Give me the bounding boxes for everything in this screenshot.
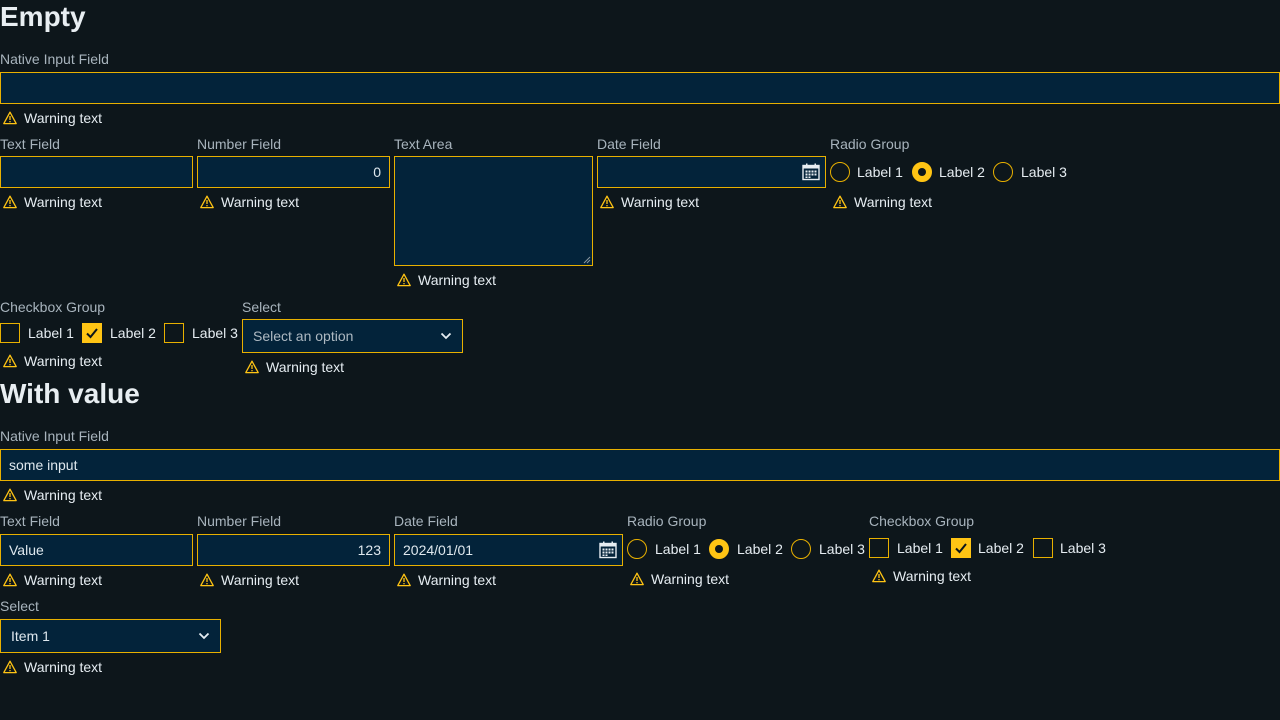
section-title-empty: Empty (0, 1, 86, 32)
native-input-field[interactable]: some input (0, 449, 1280, 481)
checkbox-option-label: Label 1 (897, 540, 943, 556)
checkbox-option-3[interactable] (164, 323, 184, 343)
number-field-input[interactable]: 0 (197, 156, 390, 188)
warning-triangle-icon (3, 488, 17, 502)
native-input-label: Native Input Field (0, 51, 109, 67)
warning-triangle-icon (3, 573, 17, 587)
warning-triangle-icon (3, 354, 17, 368)
select-value: Item 1 (11, 628, 50, 644)
checkbox-option-label: Label 3 (1060, 540, 1106, 556)
checkbox-option-label: Label 2 (110, 325, 156, 341)
date-field-input[interactable] (597, 156, 826, 188)
radio-option-label: Label 1 (655, 541, 701, 557)
chevron-down-icon (440, 332, 452, 340)
warning-triangle-icon (397, 273, 411, 287)
radio-option-label: Label 3 (819, 541, 865, 557)
text-area-label: Text Area (394, 136, 453, 152)
date-field-label: Date Field (597, 136, 661, 152)
radio-option-label: Label 2 (737, 541, 783, 557)
checkbox-option-1[interactable] (869, 538, 889, 558)
warning-triangle-icon (245, 360, 259, 374)
date-field-value: 2024/01/01 (403, 542, 474, 558)
checkbox-option-label: Label 2 (978, 540, 1024, 556)
number-field-label: Number Field (197, 513, 282, 529)
section-title-with-value: With value (0, 378, 140, 409)
warning-triangle-icon (600, 195, 614, 209)
checkbox-option-2[interactable] (82, 323, 102, 343)
calendar-icon[interactable] (599, 541, 617, 559)
checkbox-option-label: Label 3 (192, 325, 238, 341)
checkbox-group-label: Checkbox Group (0, 299, 106, 315)
date-field-label: Date Field (394, 513, 458, 529)
warning-triangle-icon (200, 195, 214, 209)
select-label: Select (0, 598, 39, 614)
warning-triangle-icon (200, 573, 214, 587)
number-field-label: Number Field (197, 136, 282, 152)
checkbox-option-3[interactable] (1033, 538, 1053, 558)
checkbox-option-2[interactable] (951, 538, 971, 558)
radio-option-3[interactable] (993, 162, 1013, 182)
text-field-input[interactable]: Value (0, 534, 193, 566)
radio-option-1[interactable] (627, 539, 647, 559)
warning-triangle-icon (833, 195, 847, 209)
select-dropdown[interactable]: Item 1 (0, 619, 221, 653)
radio-option-label: Label 1 (857, 164, 903, 180)
radio-group-label: Radio Group (830, 136, 910, 152)
radio-option-2[interactable] (912, 162, 932, 182)
radio-option-label: Label 3 (1021, 164, 1067, 180)
check-icon (955, 543, 967, 554)
radio-group-label: Radio Group (627, 513, 707, 529)
checkbox-option-1[interactable] (0, 323, 20, 343)
text-field-label: Text Field (0, 513, 60, 529)
calendar-icon[interactable] (802, 163, 820, 181)
radio-option-1[interactable] (830, 162, 850, 182)
native-input-label: Native Input Field (0, 428, 109, 444)
checkbox-group-label: Checkbox Group (869, 513, 975, 529)
radio-option-3[interactable] (791, 539, 811, 559)
warning-triangle-icon (3, 195, 17, 209)
native-input-field[interactable] (0, 72, 1280, 104)
text-field-label: Text Field (0, 136, 60, 152)
date-field-input[interactable]: 2024/01/01 (394, 534, 623, 566)
text-field-input[interactable] (0, 156, 193, 188)
text-area-input[interactable] (394, 156, 593, 266)
resize-grip-icon[interactable] (583, 256, 591, 264)
check-icon (86, 328, 98, 339)
warning-triangle-icon (872, 569, 886, 583)
chevron-down-icon (198, 632, 210, 640)
warning-triangle-icon (397, 573, 411, 587)
radio-option-2[interactable] (709, 539, 729, 559)
warning-triangle-icon (3, 111, 17, 125)
checkbox-option-label: Label 1 (28, 325, 74, 341)
select-placeholder: Select an option (253, 328, 354, 344)
warning-triangle-icon (3, 660, 17, 674)
select-label: Select (242, 299, 281, 315)
warning-triangle-icon (630, 572, 644, 586)
select-dropdown[interactable]: Select an option (242, 319, 463, 353)
radio-option-label: Label 2 (939, 164, 985, 180)
number-field-input[interactable]: 123 (197, 534, 390, 566)
